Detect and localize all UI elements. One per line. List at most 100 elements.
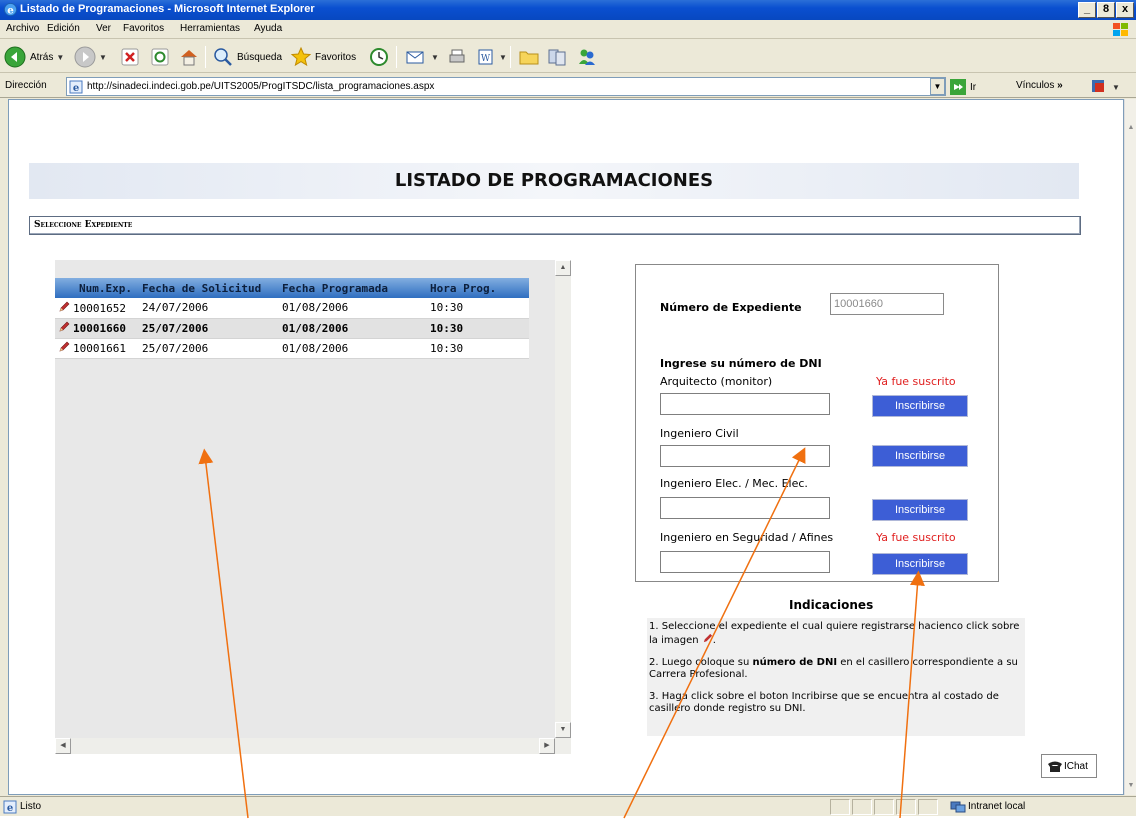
- forward-button[interactable]: ▼: [74, 45, 107, 69]
- menu-herramientas[interactable]: Herramientas: [180, 23, 240, 34]
- address-dropdown-button[interactable]: ▼: [930, 78, 945, 95]
- dni-input-seguridad[interactable]: [660, 551, 830, 573]
- toolbar-separator: [510, 46, 511, 68]
- pencil-select-icon[interactable]: [58, 321, 70, 333]
- table-row-selected: 10001660 25/07/2006 01/08/2006 10:30: [55, 318, 529, 339]
- links-label[interactable]: Vínculos »: [1016, 80, 1063, 91]
- edit-button[interactable]: W ▼: [476, 45, 507, 69]
- folder-button[interactable]: [518, 45, 540, 69]
- status-cell: [874, 799, 894, 815]
- menu-favoritos[interactable]: Favoritos: [123, 23, 164, 34]
- dni-input-civil[interactable]: [660, 445, 830, 467]
- table-row: 10001661 25/07/2006 01/08/2006 10:30: [55, 338, 529, 359]
- back-arrow-icon: [4, 46, 26, 68]
- maximize-button[interactable]: 8: [1097, 2, 1115, 18]
- page-viewport: LISTADO DE PROGRAMACIONES Seleccione Exp…: [8, 99, 1124, 795]
- history-button[interactable]: [368, 45, 390, 69]
- inscribirse-button-arquitecto[interactable]: Inscribirse: [872, 395, 968, 417]
- num-exp-value: 10001652: [73, 301, 126, 315]
- inscribirse-button-seguridad[interactable]: Inscribirse: [872, 553, 968, 575]
- scroll-down-icon[interactable]: ▼: [1125, 779, 1136, 793]
- back-dropdown-icon[interactable]: ▼: [56, 53, 64, 62]
- messenger-button[interactable]: [576, 45, 598, 69]
- cell-fecha-programada: 01/08/2006: [279, 318, 427, 339]
- back-button[interactable]: Atrás ▼: [4, 45, 64, 69]
- scroll-up-icon[interactable]: ▲: [1125, 121, 1136, 135]
- menu-archivo[interactable]: Archivo: [6, 23, 39, 34]
- translate-icon[interactable]: ▼: [1090, 78, 1120, 94]
- address-input[interactable]: e http://sinadeci.indeci.gob.pe/UITS2005…: [66, 77, 946, 96]
- menu-ver[interactable]: Ver: [96, 23, 111, 34]
- chat-button[interactable]: IChat: [1041, 754, 1097, 778]
- forward-dropdown-icon[interactable]: ▼: [99, 53, 107, 62]
- history-icon: [370, 48, 388, 66]
- col-fecha-solicitud: Fecha de Solicitud: [139, 278, 279, 298]
- page-status-icon: e: [3, 800, 17, 814]
- field-label-arquitecto: Arquitecto (monitor): [660, 375, 773, 388]
- search-label: Búsqueda: [237, 51, 283, 63]
- scroll-left-icon[interactable]: ◀: [55, 738, 71, 754]
- instruction-step-3: 3. Haga click sobre el boton Incribirse …: [649, 691, 999, 714]
- pencil-select-icon[interactable]: [58, 301, 70, 313]
- pencil-icon: [703, 633, 712, 643]
- research-icon: [548, 49, 566, 66]
- col-hora-prog: Hora Prog.: [427, 278, 529, 298]
- cell-fecha-solicitud: 24/07/2006: [139, 298, 279, 319]
- status-cell: [918, 799, 938, 815]
- go-button[interactable]: Ir: [950, 77, 976, 97]
- stop-button[interactable]: [120, 45, 140, 69]
- mail-icon: [406, 51, 424, 64]
- dni-input-arquitecto[interactable]: [660, 393, 830, 415]
- address-url: http://sinadeci.indeci.gob.pe/UITS2005/P…: [87, 81, 435, 92]
- favorites-label: Favoritos: [315, 51, 357, 63]
- browser-window: e Listado de Programaciones - Microsoft …: [0, 0, 1136, 816]
- close-button[interactable]: x: [1116, 2, 1134, 18]
- refresh-button[interactable]: [150, 45, 170, 69]
- grid-horizontal-scrollbar[interactable]: ◀ ▶: [55, 738, 555, 754]
- print-button[interactable]: [446, 45, 468, 69]
- menu-ayuda[interactable]: Ayuda: [254, 23, 282, 34]
- cell-num-exp: 10001660: [55, 318, 139, 339]
- inscribirse-button-electrico[interactable]: Inscribirse: [872, 499, 968, 521]
- favorites-button[interactable]: Favoritos: [290, 45, 356, 69]
- edit-dropdown-icon[interactable]: ▼: [499, 53, 507, 62]
- scroll-right-icon[interactable]: ▶: [539, 738, 555, 754]
- svg-text:e: e: [73, 83, 79, 94]
- address-label: Dirección: [5, 80, 47, 91]
- status-suscrito: Ya fue suscrito: [876, 531, 956, 544]
- instruction-step-2: 2. Luego coloque su número de DNI en el …: [649, 657, 1023, 681]
- cell-hora-prog: 10:30: [427, 318, 529, 339]
- search-button[interactable]: Búsqueda: [212, 45, 282, 69]
- scroll-up-icon[interactable]: ▲: [555, 260, 571, 276]
- svg-text:e: e: [7, 4, 14, 16]
- status-bar: e Listo Intranet local: [0, 796, 1136, 816]
- status-cell: [830, 799, 850, 815]
- cell-fecha-programada: 01/08/2006: [279, 298, 427, 319]
- page-vertical-scrollbar[interactable]: ▲ ▼: [1124, 99, 1136, 795]
- grid-vertical-scrollbar[interactable]: ▲ ▼: [555, 260, 571, 754]
- title-bar: e Listado de Programaciones - Microsoft …: [0, 0, 1136, 20]
- research-button[interactable]: [546, 45, 568, 69]
- status-suscrito: Ya fue suscrito: [876, 375, 956, 388]
- menu-edicion[interactable]: Edición: [47, 23, 80, 34]
- home-button[interactable]: [178, 45, 200, 69]
- cell-num-exp: 10001652: [55, 298, 139, 319]
- inscribirse-button-civil[interactable]: Inscribirse: [872, 445, 968, 467]
- svg-text:e: e: [7, 803, 13, 814]
- expediente-field: 10001660: [830, 293, 944, 315]
- scroll-down-icon[interactable]: ▼: [555, 722, 571, 738]
- messenger-icon: [579, 49, 595, 65]
- status-cell: [896, 799, 916, 815]
- pencil-select-icon[interactable]: [58, 341, 70, 353]
- minimize-button[interactable]: _: [1078, 2, 1096, 18]
- instruction-step-2-bold: número de DNI: [752, 657, 838, 668]
- mail-dropdown-icon[interactable]: ▼: [431, 53, 439, 62]
- mail-button[interactable]: ▼: [404, 45, 439, 69]
- dni-input-electrico[interactable]: [660, 497, 830, 519]
- intranet-zone-icon: [950, 801, 966, 813]
- instructions-box: 1. Seleccione el expediente el cual quie…: [647, 618, 1025, 736]
- window-title: Listado de Programaciones - Microsoft In…: [20, 3, 315, 15]
- chat-label: IChat: [1064, 760, 1088, 772]
- field-label-electrico: Ingeniero Elec. / Mec. Elec.: [660, 477, 808, 490]
- word-document-icon: W: [478, 49, 493, 65]
